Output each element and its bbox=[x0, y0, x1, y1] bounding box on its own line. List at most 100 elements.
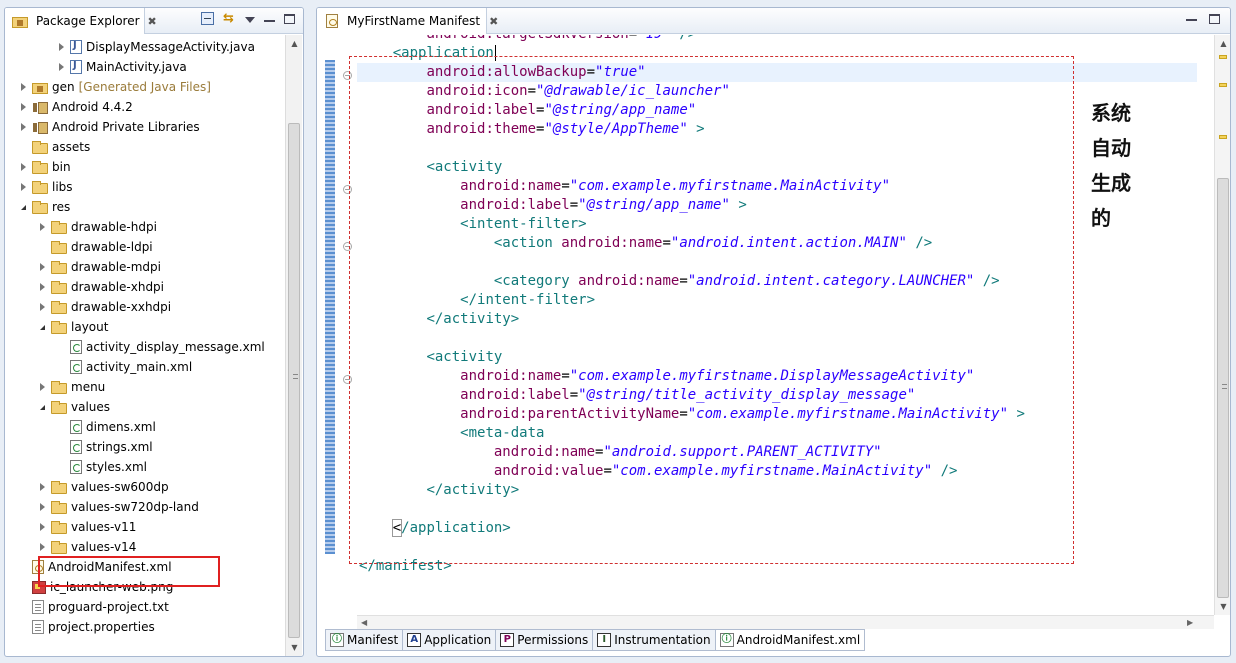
editor-tab-myfirstname-manifest[interactable]: MyFirstName Manifest ✖ bbox=[317, 8, 498, 34]
editor-vertical-scrollbar[interactable]: ▲ ▼ bbox=[1214, 35, 1230, 615]
code-line: <activity bbox=[359, 158, 502, 177]
tree-item[interactable]: gen [Generated Java Files] bbox=[17, 77, 211, 97]
tree-item[interactable]: proguard-project.txt bbox=[17, 597, 169, 617]
scroll-left-arrow-icon[interactable]: ◀ bbox=[361, 616, 367, 630]
page-tab-application[interactable]: A Application bbox=[402, 629, 496, 651]
tree-item-label: gen bbox=[52, 80, 75, 94]
explorer-vertical-scrollbar[interactable]: ▲ ▼ bbox=[285, 35, 302, 656]
tree-item[interactable]: layout bbox=[36, 317, 108, 337]
tree-item-label: strings.xml bbox=[86, 440, 153, 454]
scroll-down-arrow-icon[interactable]: ▼ bbox=[286, 639, 303, 656]
maximize-icon[interactable] bbox=[284, 13, 295, 24]
code-token-val: "true" bbox=[595, 64, 646, 80]
page-tab-instrumentation[interactable]: I Instrumentation bbox=[592, 629, 715, 651]
tree-item-label: drawable-hdpi bbox=[71, 220, 157, 234]
collapse-all-icon[interactable] bbox=[201, 12, 214, 25]
view-menu-icon[interactable] bbox=[245, 17, 255, 23]
package-explorer-icon bbox=[12, 16, 28, 28]
explorer-scroll-thumb[interactable] bbox=[288, 123, 300, 638]
tree-item[interactable]: res bbox=[17, 197, 70, 217]
collapsed-arrow-icon[interactable] bbox=[36, 281, 48, 293]
tree-item[interactable]: dimens.xml bbox=[55, 417, 156, 437]
editor-scroll-thumb[interactable] bbox=[1217, 178, 1229, 598]
collapsed-arrow-icon[interactable] bbox=[36, 501, 48, 513]
editor-minimize-icon[interactable] bbox=[1186, 14, 1197, 21]
page-tab-permissions[interactable]: P Permissions bbox=[495, 629, 593, 651]
tree-item[interactable]: Android 4.4.2 bbox=[17, 97, 133, 117]
expanded-arrow-icon[interactable] bbox=[36, 401, 48, 413]
tree-item[interactable]: values-sw600dp bbox=[36, 477, 169, 497]
tree-item[interactable]: project.properties bbox=[17, 617, 155, 637]
close-explorer-icon[interactable]: ✖ bbox=[148, 15, 157, 28]
collapsed-arrow-icon[interactable] bbox=[36, 261, 48, 273]
page-tab-manifest[interactable]: ⓘ Manifest bbox=[325, 629, 403, 651]
tree-item[interactable]: drawable-hdpi bbox=[36, 217, 157, 237]
tree-item[interactable]: drawable-xhdpi bbox=[36, 277, 164, 297]
tree-item[interactable]: assets bbox=[17, 137, 90, 157]
tree-item[interactable]: menu bbox=[36, 377, 105, 397]
overview-mark[interactable] bbox=[1219, 83, 1227, 87]
code-line: android:label="@string/title_activity_di… bbox=[359, 386, 915, 405]
tree-item[interactable]: activity_main.xml bbox=[55, 357, 192, 377]
collapsed-arrow-icon[interactable] bbox=[17, 101, 29, 113]
tree-item[interactable]: Android Private Libraries bbox=[17, 117, 200, 137]
tree-item[interactable]: drawable-xxhdpi bbox=[36, 297, 171, 317]
collapsed-arrow-icon[interactable] bbox=[55, 41, 67, 53]
collapsed-arrow-icon[interactable] bbox=[36, 381, 48, 393]
collapsed-arrow-icon[interactable] bbox=[36, 541, 48, 553]
tree-item[interactable]: bin bbox=[17, 157, 71, 177]
collapsed-arrow-icon[interactable] bbox=[55, 61, 67, 73]
collapsed-arrow-icon[interactable] bbox=[17, 181, 29, 193]
collapsed-arrow-icon[interactable] bbox=[36, 521, 48, 533]
minimize-icon[interactable] bbox=[264, 15, 275, 22]
collapsed-arrow-icon[interactable] bbox=[17, 81, 29, 93]
tree-item[interactable]: drawable-ldpi bbox=[36, 237, 153, 257]
permissions-page-icon: P bbox=[500, 633, 515, 647]
tree-item[interactable]: AndroidManifest.xml bbox=[17, 557, 172, 577]
folder-icon bbox=[32, 160, 48, 174]
tree-item[interactable]: values-v14 bbox=[36, 537, 136, 557]
folder-icon bbox=[51, 400, 67, 414]
code-line: android:name="android.support.PARENT_ACT… bbox=[359, 443, 882, 462]
tree-item[interactable]: MainActivity.java bbox=[55, 57, 187, 77]
scroll-up-arrow-icon[interactable]: ▲ bbox=[286, 35, 303, 52]
fold-application-icon[interactable]: − bbox=[343, 71, 352, 80]
editor-scroll-up-arrow-icon[interactable]: ▲ bbox=[1215, 35, 1230, 52]
tree-item[interactable]: DisplayMessageActivity.java bbox=[55, 37, 255, 57]
tree-item[interactable]: ic_launcher-web.png bbox=[17, 577, 173, 597]
editor-horizontal-scrollbar[interactable]: ◀ ▶ bbox=[357, 615, 1214, 629]
overview-mark[interactable] bbox=[1219, 55, 1227, 59]
fold-activity-icon[interactable]: − bbox=[343, 185, 352, 194]
collapsed-arrow-icon[interactable] bbox=[17, 161, 29, 173]
editor-maximize-icon[interactable] bbox=[1209, 14, 1220, 24]
collapsed-arrow-icon[interactable] bbox=[36, 301, 48, 313]
tree-item[interactable]: values bbox=[36, 397, 110, 417]
code-token-eq: = bbox=[561, 368, 570, 384]
page-tab-androidmanifest-xml[interactable]: ⓘ AndroidManifest.xml bbox=[714, 629, 866, 651]
close-editor-icon[interactable]: ✖ bbox=[489, 15, 498, 28]
overview-mark[interactable] bbox=[1219, 135, 1227, 139]
tree-item[interactable]: libs bbox=[17, 177, 73, 197]
expanded-arrow-icon[interactable] bbox=[17, 201, 29, 213]
fold-activity-2-icon[interactable]: − bbox=[343, 375, 352, 384]
tree-item[interactable]: drawable-mdpi bbox=[36, 257, 161, 277]
editor-scroll-down-arrow-icon[interactable]: ▼ bbox=[1215, 598, 1230, 615]
link-with-editor-icon[interactable]: ⇆ bbox=[223, 12, 236, 25]
tree-item-label: dimens.xml bbox=[86, 420, 156, 434]
folder-icon bbox=[32, 200, 48, 214]
code-token-tag: /> bbox=[974, 273, 1000, 289]
fold-intent-filter-icon[interactable]: − bbox=[343, 242, 352, 251]
collapsed-arrow-icon[interactable] bbox=[36, 221, 48, 233]
tree-item[interactable]: activity_display_message.xml bbox=[55, 337, 265, 357]
collapsed-arrow-icon[interactable] bbox=[36, 481, 48, 493]
expanded-arrow-icon[interactable] bbox=[36, 321, 48, 333]
tree-item[interactable]: values-sw720dp-land bbox=[36, 497, 199, 517]
tree-item[interactable]: values-v11 bbox=[36, 517, 136, 537]
collapsed-arrow-icon[interactable] bbox=[17, 121, 29, 133]
package-explorer-tab[interactable]: Package Explorer ✖ bbox=[5, 8, 157, 34]
code-token-val: "@string/app_name" bbox=[544, 102, 697, 118]
scroll-right-arrow-icon[interactable]: ▶ bbox=[1187, 616, 1193, 630]
xml-source-text[interactable]: android:targetSdkVersion="19" /> <applic… bbox=[357, 35, 1197, 615]
tree-item[interactable]: strings.xml bbox=[55, 437, 153, 457]
tree-item[interactable]: styles.xml bbox=[55, 457, 147, 477]
